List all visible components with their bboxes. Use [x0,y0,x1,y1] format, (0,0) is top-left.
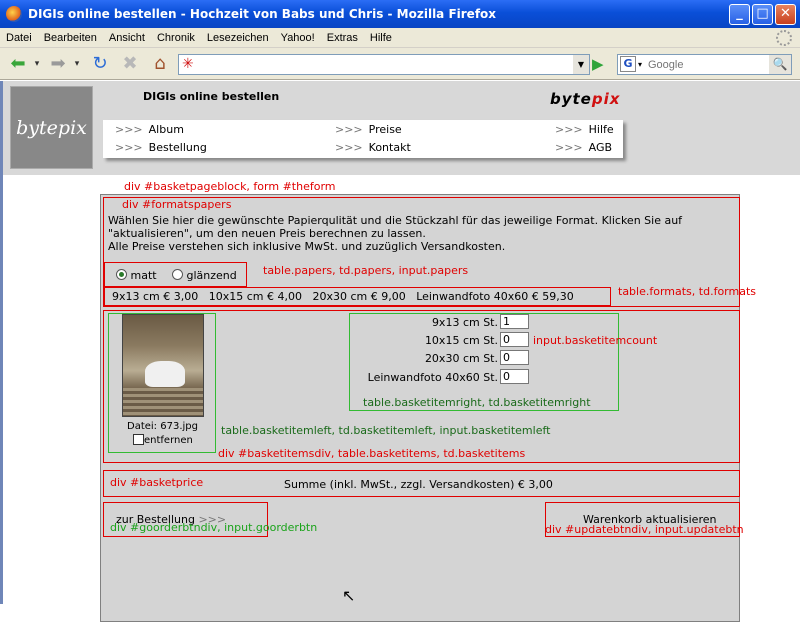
annotation-basketpageblock: div #basketpageblock, form #theform [124,180,336,193]
firefox-icon [6,6,22,22]
intro-text-line-1: Wählen Sie hier die gewünschte Papierqul… [108,214,683,227]
site-header: bytepix DIGIs online bestellen bytepix >… [3,81,800,175]
minimize-button[interactable]: _ [729,4,750,25]
nav-link-label: Kontakt [368,141,411,154]
format-label-20x30: 20x30 cm St. [424,352,498,365]
menu-bar: Datei Bearbeiten Ansicht Chronik Lesezei… [0,28,800,48]
remove-item[interactable]: entfernen [133,434,193,447]
remove-checkbox[interactable] [133,434,144,445]
annotation-papers: table.papers, td.papers, input.papers [263,264,469,277]
search-engine-icon[interactable]: G [620,56,636,72]
photo-stairs [123,388,203,416]
menu-extras[interactable]: Extras [321,32,364,44]
nav-link-label: Preise [368,123,402,136]
nav-link-agb[interactable]: >>> AGB [555,141,612,154]
nav-link-album[interactable]: >>> Album [115,123,184,136]
nav-arrow: >>> [115,123,143,136]
site-favicon-icon: ✳ [182,56,194,72]
nav-arrow: >>> [335,123,363,136]
nav-link-kontakt[interactable]: >>> Kontakt [335,141,411,154]
annotation-basketitemleft: table.basketitemleft, td.basketitemleft,… [221,424,551,437]
site-logo[interactable]: bytepix [10,86,93,169]
navigation-toolbar: ⬅ ▾ ➡ ▾ ↻ ✖ ⌂ ✳ ▼ ▶ G ▾ 🔍 [0,48,800,80]
window-title: DIGIs online bestellen - Hochzeit von Ba… [28,7,497,21]
nav-link-bestellung[interactable]: >>> Bestellung [115,141,207,154]
nav-link-preise[interactable]: >>> Preise [335,123,402,136]
nav-arrow: >>> [115,141,143,154]
menu-ansicht[interactable]: Ansicht [103,32,151,44]
search-icon[interactable]: 🔍 [769,55,791,74]
menu-bearbeiten[interactable]: Bearbeiten [38,32,103,44]
back-history-dropdown-icon[interactable]: ▾ [32,52,42,76]
nav-link-label: Hilfe [588,123,614,136]
annotation-basketitemcount: input.basketitemcount [533,334,658,347]
go-arrow-icon[interactable]: ▶ [592,55,610,73]
url-bar[interactable]: ✳ ▼ [178,54,590,75]
menu-lesezeichen[interactable]: Lesezeichen [201,32,275,44]
nav-arrow: >>> [555,123,583,136]
photo-thumbnail[interactable] [122,314,204,417]
window-titlebar: DIGIs online bestellen - Hochzeit von Ba… [0,0,800,28]
paper-option-matt[interactable]: matt [116,269,157,282]
qty-input-10x15[interactable]: 0 [500,332,529,347]
annotation-updatebtndiv: div #updatebtndiv, input.updatebtn [545,523,744,536]
basket-total-price: Summe (inkl. MwSt., zzgl. Versandkosten)… [284,478,553,491]
qty-input-leinwand[interactable]: 0 [500,369,529,384]
menu-datei[interactable]: Datei [0,32,38,44]
nav-link-hilfe[interactable]: >>> Hilfe [555,123,614,136]
annotation-basketitemsdiv: div #basketitemsdiv, table.basketitems, … [218,447,526,460]
intro-text-line-3: Alle Preise verstehen sich inklusive MwS… [108,240,506,253]
menu-yahoo[interactable]: Yahoo! [275,32,321,44]
menu-hilfe[interactable]: Hilfe [364,32,398,44]
annotation-basketprice: div #basketprice [110,476,204,489]
home-icon[interactable]: ⌂ [148,52,172,76]
nav-arrow: >>> [555,141,583,154]
stop-icon[interactable]: ✖ [118,52,142,76]
nav-arrow: >>> [335,141,363,154]
photo-filename: Datei: 673.jpg [127,421,198,432]
url-history-dropdown-icon[interactable]: ▼ [573,55,589,74]
search-input[interactable] [646,56,764,73]
paper-matt-label: matt [130,269,157,282]
reload-icon[interactable]: ↻ [88,52,112,76]
radio-matt[interactable] [116,269,127,280]
throbber-icon [776,30,792,46]
forward-history-dropdown-icon[interactable]: ▾ [72,52,82,76]
annotation-basketitemright: table.basketitemright, td.basketitemrigh… [363,396,591,409]
search-engine-dropdown-icon[interactable]: ▾ [638,55,646,74]
search-box[interactable]: G ▾ 🔍 [617,54,792,75]
mouse-cursor-icon: ↖ [342,586,356,605]
format-label-leinwand: Leinwandfoto 40x60 St. [367,371,498,384]
menu-chronik[interactable]: Chronik [151,32,201,44]
nav-link-label: Bestellung [148,141,207,154]
nav-link-label: Album [148,123,184,136]
back-arrow-icon[interactable]: ⬅ [6,52,30,76]
format-label-10x15: 10x15 cm St. [424,334,498,347]
qty-input-9x13[interactable]: 1 [500,314,529,329]
paper-glaenzend-label: glänzend [186,269,237,282]
brand-logo-part-2: pix [591,90,621,108]
qty-input-20x30[interactable]: 0 [500,350,529,365]
forward-arrow-icon[interactable]: ➡ [46,52,70,76]
paper-option-glaenzend[interactable]: glänzend [172,269,237,282]
nav-link-label: AGB [588,141,613,154]
site-nav-menu: >>> Album >>> Bestellung >>> Preise >>> Kont… [103,120,623,158]
annotation-goorderbtndiv: div #goorderbtndiv, input.goorderbtn [110,521,318,534]
brand-logo: bytepix [550,90,620,108]
annotation-formats: table.formats, td.formats [618,285,757,298]
maximize-button[interactable]: □ [752,4,773,25]
formats-price-list: 9x13 cm € 3,00 10x15 cm € 4,00 20x30 cm … [112,290,574,303]
brand-logo-part-1: byte [550,90,592,108]
remove-label: entfernen [144,435,193,446]
site-title: DIGIs online bestellen [143,90,280,103]
radio-glaenzend[interactable] [172,269,183,280]
photo-couple [145,361,185,387]
close-button[interactable]: ✕ [775,4,796,25]
intro-text-line-2: "aktualisieren", um den neuen Preis bere… [108,227,426,240]
annotation-formatspapers: div #formatspapers [122,198,232,211]
format-label-9x13: 9x13 cm St. [431,316,498,329]
